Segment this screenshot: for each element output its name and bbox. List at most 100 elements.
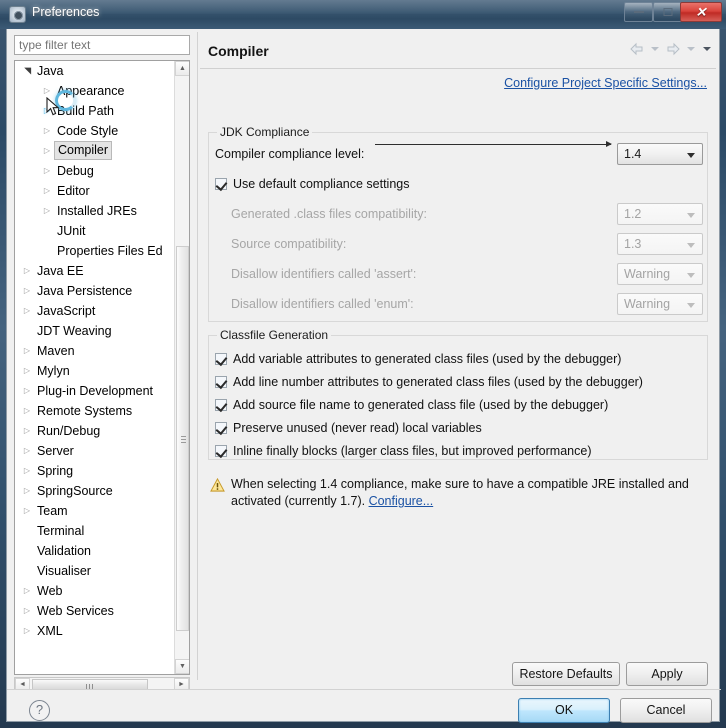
back-history-chevron-down-icon[interactable] — [649, 42, 661, 56]
cancel-button[interactable]: Cancel — [620, 698, 712, 723]
view-menu-chevron-down-icon[interactable] — [701, 42, 713, 56]
tree-item-java-persistence[interactable]: ▷ Java Persistence — [15, 281, 175, 301]
tree-item-build-path[interactable]: ▷ Build Path — [15, 101, 175, 121]
tree-expander-collapsed-icon[interactable]: ▷ — [21, 441, 33, 461]
tree-expander-collapsed-icon[interactable]: ▷ — [41, 81, 53, 101]
scroll-up-arrow[interactable]: ▲ — [175, 61, 189, 76]
tree-item-jdt-weaving[interactable]: JDT Weaving — [15, 321, 175, 341]
tree-item-server[interactable]: ▷ Server — [15, 441, 175, 461]
forward-arrow-icon[interactable] — [665, 42, 680, 56]
tree-item-debug[interactable]: ▷ Debug — [15, 161, 175, 181]
tree-item-spring[interactable]: ▷ Spring — [15, 461, 175, 481]
tree-item-xml[interactable]: ▷ XML — [15, 621, 175, 641]
inline-finally-blocks-checkbox[interactable] — [215, 445, 227, 457]
tree-expander-collapsed-icon[interactable]: ▷ — [41, 201, 53, 221]
tree-item-editor[interactable]: ▷ Editor — [15, 181, 175, 201]
tree-expander-collapsed-icon[interactable]: ▷ — [21, 621, 33, 641]
vertical-scrollbar-thumb[interactable] — [176, 246, 189, 631]
add-line-number-attributes-checkbox[interactable] — [215, 376, 227, 388]
chevron-down-icon — [687, 303, 695, 308]
maximize-button[interactable] — [653, 2, 682, 22]
tree-expander-collapsed-icon[interactable]: ▷ — [41, 161, 53, 181]
tree-item-maven[interactable]: ▷ Maven — [15, 341, 175, 361]
forward-history-chevron-down-icon[interactable] — [685, 42, 697, 56]
tree-expander-collapsed-icon[interactable]: ▷ — [21, 601, 33, 621]
configure-project-specific-settings-link[interactable]: Configure Project Specific Settings... — [504, 76, 707, 90]
tree-item-web-services[interactable]: ▷ Web Services — [15, 601, 175, 621]
compliance-level-label: Compiler compliance level: — [215, 147, 365, 161]
ok-button[interactable]: OK — [518, 698, 610, 723]
classfile-generation-group: Classfile Generation Add variable attrib… — [208, 328, 708, 460]
window-titlebar[interactable]: Preferences ✕ — [0, 0, 726, 29]
tree-item-installed-jres[interactable]: ▷ Installed JREs — [15, 201, 175, 221]
tree-item-plug-in-development[interactable]: ▷ Plug-in Development — [15, 381, 175, 401]
add-variable-attributes-checkbox[interactable] — [215, 353, 227, 365]
tree-expander-collapsed-icon[interactable]: ▷ — [21, 421, 33, 441]
tree-expander-collapsed-icon[interactable]: ▷ — [21, 341, 33, 361]
tree-item-junit[interactable]: JUnit — [15, 221, 175, 241]
tree-item-javascript[interactable]: ▷ JavaScript — [15, 301, 175, 321]
tree-item-visualiser[interactable]: Visualiser — [15, 561, 175, 581]
preferences-tree[interactable]: ◢ Java ▷ Appearance ▷ Build Path ▷ Code Style ▷ C… — [14, 60, 190, 675]
tree-item-label: Maven — [37, 344, 75, 358]
tree-expander-collapsed-icon[interactable]: ▷ — [21, 301, 33, 321]
tree-item-compiler[interactable]: ▷ Compiler — [15, 141, 175, 161]
tree-item-label: Server — [37, 444, 74, 458]
jdk-compliance-group: JDK Compliance Compiler compliance level… — [208, 125, 708, 322]
tree-item-springsource[interactable]: ▷ SpringSource — [15, 481, 175, 501]
tree-vertical-scrollbar[interactable]: ▲ ▼ — [174, 61, 189, 674]
tree-item-java-ee[interactable]: ▷ Java EE — [15, 261, 175, 281]
compliance-level-value: 1.4 — [624, 147, 642, 161]
tree-item-mylyn[interactable]: ▷ Mylyn — [15, 361, 175, 381]
tree-item-web[interactable]: ▷ Web — [15, 581, 175, 601]
titlebar-gloss — [0, 0, 726, 14]
close-button[interactable]: ✕ — [680, 2, 722, 22]
source-compat-combo[interactable]: 1.3 — [617, 233, 703, 255]
tree-expander-expanded-icon[interactable]: ◢ — [17, 65, 37, 77]
disallow-enum-combo[interactable]: Warning — [617, 293, 703, 315]
tree-item-label: Web Services — [37, 604, 114, 618]
tree-expander-collapsed-icon[interactable]: ▷ — [41, 121, 53, 141]
tree-expander-collapsed-icon[interactable]: ▷ — [21, 501, 33, 521]
disallow-assert-combo[interactable]: Warning — [617, 263, 703, 285]
use-default-compliance-checkbox[interactable] — [215, 178, 227, 190]
inline-finally-blocks-label: Inline finally blocks (larger class file… — [233, 444, 592, 458]
add-source-file-name-checkbox[interactable] — [215, 399, 227, 411]
tree-item-properties-files-ed[interactable]: Properties Files Ed — [15, 241, 175, 261]
help-icon[interactable]: ? — [29, 700, 50, 721]
tree-item-label: Plug-in Development — [37, 384, 154, 398]
apply-button[interactable]: Apply — [626, 662, 708, 686]
tree-expander-collapsed-icon[interactable]: ▷ — [41, 101, 53, 121]
tree-item-label: Run/Debug — [37, 424, 101, 438]
tree-item-java[interactable]: ◢ Java — [15, 61, 175, 81]
tree-item-validation[interactable]: Validation — [15, 541, 175, 561]
configure-jre-link[interactable]: Configure... — [369, 494, 434, 508]
chevron-down-icon — [687, 213, 695, 218]
tree-expander-collapsed-icon[interactable]: ▷ — [41, 141, 53, 161]
tree-item-terminal[interactable]: Terminal — [15, 521, 175, 541]
tree-expander-collapsed-icon[interactable]: ▷ — [21, 361, 33, 381]
scroll-down-arrow[interactable]: ▼ — [175, 659, 189, 674]
tree-item-run-debug[interactable]: ▷ Run/Debug — [15, 421, 175, 441]
tree-item-team[interactable]: ▷ Team — [15, 501, 175, 521]
minimize-button[interactable] — [624, 2, 653, 22]
preserve-unused-locals-checkbox[interactable] — [215, 422, 227, 434]
tree-item-code-style[interactable]: ▷ Code Style — [15, 121, 175, 141]
tree-expander-collapsed-icon[interactable]: ▷ — [21, 581, 33, 601]
tree-expander-collapsed-icon[interactable]: ▷ — [21, 281, 33, 301]
tree-expander-collapsed-icon[interactable]: ▷ — [21, 401, 33, 421]
chevron-down-icon — [687, 243, 695, 248]
tree-item-label: Web — [37, 584, 63, 598]
compliance-level-combo[interactable]: 1.4 — [617, 143, 703, 165]
tree-item-remote-systems[interactable]: ▷ Remote Systems — [15, 401, 175, 421]
tree-expander-collapsed-icon[interactable]: ▷ — [21, 261, 33, 281]
tree-expander-collapsed-icon[interactable]: ▷ — [41, 181, 53, 201]
tree-item-appearance[interactable]: ▷ Appearance — [15, 81, 175, 101]
generated-class-compat-combo[interactable]: 1.2 — [617, 203, 703, 225]
tree-expander-collapsed-icon[interactable]: ▷ — [21, 461, 33, 481]
tree-expander-collapsed-icon[interactable]: ▷ — [21, 381, 33, 401]
restore-defaults-button[interactable]: Restore Defaults — [512, 662, 620, 686]
back-arrow-icon[interactable] — [629, 42, 644, 56]
filter-input[interactable] — [14, 35, 190, 55]
tree-expander-collapsed-icon[interactable]: ▷ — [21, 481, 33, 501]
